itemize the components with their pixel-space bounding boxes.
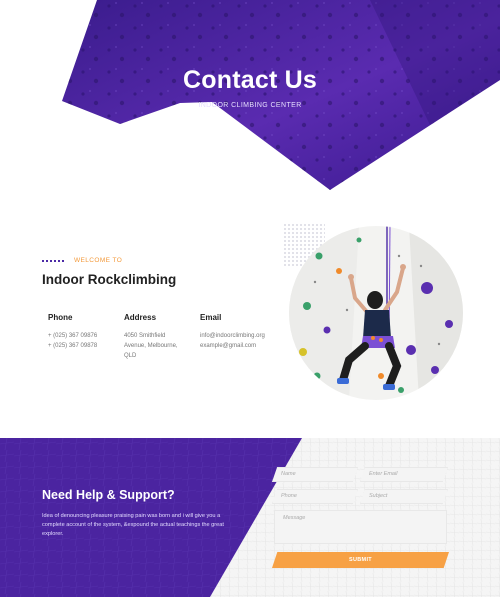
support-description: Idea of denouncing pleasure praising pai… <box>42 513 224 537</box>
email-info: Email info@indoorclimbing.org example@gm… <box>200 313 280 351</box>
submit-button[interactable]: SUBMIT <box>272 552 449 568</box>
phone-heading: Phone <box>48 313 73 322</box>
page-title: Contact Us <box>183 66 317 94</box>
section-title: Indoor Rockclimbing <box>42 272 177 287</box>
page-subtitle: INDOOR CLIMBING CENTER <box>198 102 302 109</box>
name-input[interactable]: Name <box>272 467 358 482</box>
phone-info: Phone + (025) 367 09876 + (025) 367 0987… <box>48 313 118 351</box>
welcome-label: WELCOME TO <box>42 257 122 264</box>
email-link[interactable]: info@indoorclimbing.org <box>200 331 280 341</box>
phone-line: + (025) 367 09876 <box>48 333 98 339</box>
phone-input[interactable]: Phone <box>272 489 358 504</box>
message-textarea[interactable]: Message <box>274 510 447 544</box>
subject-input[interactable]: Subject <box>360 489 448 504</box>
address-line: QLD <box>124 353 137 359</box>
welcome-text: WELCOME TO <box>74 257 123 264</box>
address-info: Address 4050 Smithfield Avenue, Melbourn… <box>124 313 194 361</box>
address-line: Avenue, Melbourne, <box>124 343 178 349</box>
phone-line: + (025) 367 09878 <box>48 343 98 349</box>
hero-background <box>62 0 500 190</box>
address-heading: Address <box>124 313 157 322</box>
hero-banner: Contact Us INDOOR CLIMBING CENTER <box>0 0 500 192</box>
climber-image <box>289 226 463 400</box>
email-heading: Email <box>200 313 222 322</box>
support-title: Need Help & Support? <box>42 488 175 502</box>
email-input[interactable]: Enter Email <box>360 467 448 482</box>
address-line: 4050 Smithfield <box>124 333 166 339</box>
dotted-divider <box>42 259 64 262</box>
email-link[interactable]: example@gmail.com <box>200 341 280 351</box>
